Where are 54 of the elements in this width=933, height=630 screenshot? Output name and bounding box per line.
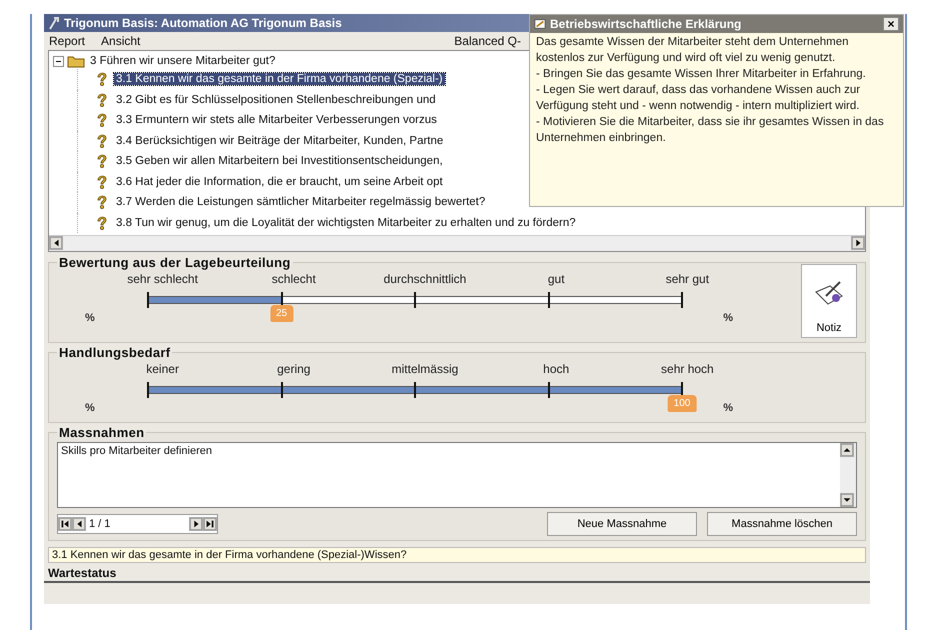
explanation-text: - Legen Sie wert darauf, dass das vorhandene Wissen auch zur Verfügung steht und - wenn notwendig - intern multipliziert wird. — [536, 83, 862, 114]
record-position: 1 / 1 — [88, 518, 112, 530]
action-button[interactable]: Massnahme löschen — [707, 512, 857, 536]
note-button[interactable]: Notiz — [801, 264, 857, 338]
last-record-button[interactable] — [203, 517, 217, 531]
tree-item[interactable]: 3.3 Ermuntern wir stets alle Mitarbeiter Verbesserungen vorzus — [114, 114, 439, 126]
app-icon — [48, 16, 60, 30]
scale-label: gut — [546, 272, 566, 286]
help-icon — [534, 17, 546, 31]
tree-item[interactable]: 3.4 Berücksichtigen wir Beiträge der Mitarbeiter, Kunden, Partne — [114, 134, 446, 147]
close-button[interactable]: × — [883, 17, 899, 31]
tree-item[interactable]: 3.1 Kennen wir das gesamte in der Firma vorhandene (Spezial-) — [114, 73, 445, 86]
panel-title: Massnahmen — [58, 425, 146, 440]
panel-title: Handlungsbedarf — [58, 345, 172, 360]
next-record-button[interactable] — [189, 517, 203, 531]
question-field: 3.1 Kennen wir das gesamte in der Firma vorhandene (Spezial-)Wissen? — [48, 547, 866, 563]
scale-label: hoch — [542, 362, 570, 376]
scale-label: mittelmässig — [390, 362, 460, 376]
unit-label: % — [85, 312, 95, 324]
unit-label: % — [723, 402, 733, 414]
popup-title: Betriebswirtschaftliche Erklärung — [550, 17, 742, 31]
scale-label: sehr gut — [664, 272, 710, 286]
tree-item[interactable]: 3.6 Hat jeder die Information, die er braucht, um seine Arbeit opt — [114, 176, 445, 188]
tree-item[interactable]: 3.8 Tun wir genug, um die Loyalität der wichtigsten Mitarbeiter zu erhalten und zu fördern? — [114, 216, 578, 229]
scroll-left-button[interactable] — [49, 236, 63, 250]
explanation-text: - Motivieren Sie die Mitarbeiter, dass sie ihr gesamtes Wissen in das Unternehmen einbringen. — [536, 115, 885, 146]
scale-label: sehr schlecht — [126, 272, 199, 286]
scale-label: schlecht — [270, 272, 317, 286]
tree-item[interactable]: 3.2 Gibt es für Schlüsselpositionen Stellenbeschreibungen und — [114, 94, 438, 106]
scroll-right-button[interactable] — [851, 236, 865, 250]
status-text: Wartestatus — [44, 565, 870, 583]
action-button[interactable]: Neue Massnahme — [547, 512, 697, 536]
menu-item[interactable]: Report — [48, 34, 86, 48]
scale-label: gering — [276, 362, 312, 376]
panel-title: Bewertung aus der Lagebeurteilung — [58, 255, 292, 270]
menu-item[interactable]: Ansicht — [100, 34, 142, 48]
explanation-text: Das gesamte Wissen der Mitarbeiter steht dem Unternehmen kostenlos zur Verfügung und wird oft viel zu wenig genutzt. — [536, 35, 850, 66]
scale-label: durchschnittlich — [382, 272, 468, 286]
explanation-text: - Bringen Sie das gesamte Wissen Ihrer Mitarbeiter in Erfahrung. — [536, 67, 867, 82]
scale-label: sehr hoch — [660, 362, 715, 376]
collapse-toggle[interactable] — [53, 56, 64, 66]
first-record-button[interactable] — [58, 517, 72, 531]
tree-item[interactable]: 3 Führen wir unsere Mitarbeiter gut? — [88, 55, 278, 67]
unit-label: % — [85, 402, 95, 414]
unit-label: % — [723, 312, 733, 324]
scroll-down-button[interactable] — [840, 493, 854, 507]
scale-label: keiner — [145, 362, 180, 376]
folder-icon — [67, 54, 85, 68]
tree-item[interactable]: 3.5 Geben wir allen Mitarbeitern bei Investitionsentscheidungen, — [114, 155, 445, 168]
window-title: Trigonum Basis: Automation AG Trigonum Basis — [64, 16, 342, 30]
previous-record-button[interactable] — [72, 517, 86, 531]
measures-field[interactable]: Skills pro Mitarbeiter definieren — [57, 442, 857, 508]
tree-item[interactable]: 3.7 Werden die Leistungen sämtlicher Mitarbeiter regelmässig bewertet? — [114, 196, 488, 208]
scroll-up-button[interactable] — [840, 443, 854, 457]
